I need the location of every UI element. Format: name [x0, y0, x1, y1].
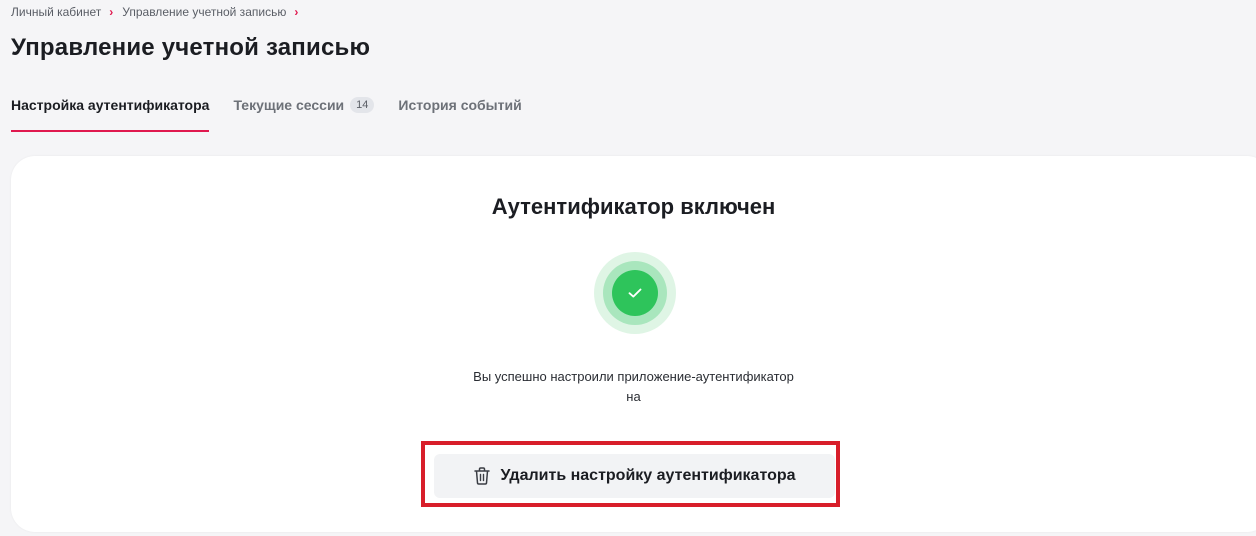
description-line: Вы успешно настроили приложение-аутентиф…	[473, 369, 794, 384]
status-icon-core	[612, 270, 658, 316]
trash-icon	[473, 466, 491, 486]
delete-authenticator-button[interactable]: Удалить настройку аутентификатора	[434, 454, 835, 498]
tab-label: Настройка аутентификатора	[11, 97, 210, 113]
status-icon-ring	[603, 261, 667, 325]
success-description: Вы успешно настроили приложение-аутентиф…	[11, 367, 1256, 407]
tab-authenticator-settings[interactable]: Настройка аутентификатора	[11, 96, 210, 132]
breadcrumb-separator-icon: ›	[294, 5, 299, 19]
delete-button-label: Удалить настройку аутентификатора	[500, 467, 796, 484]
sessions-count-badge: 14	[350, 97, 375, 113]
tab-label: Текущие сессии	[233, 97, 345, 113]
description-line: на	[626, 389, 641, 404]
breadcrumb: Личный кабинет › Управление учетной запи…	[11, 5, 307, 19]
tab-current-sessions[interactable]: Текущие сессии 14	[233, 96, 375, 132]
page-title: Управление учетной записью	[11, 34, 371, 61]
authenticator-card: Аутентификатор включен Вы успешно настро…	[11, 156, 1256, 532]
tabs: Настройка аутентификатора Текущие сессии…	[11, 96, 546, 132]
breadcrumb-separator-icon: ›	[109, 5, 114, 19]
checkmark-icon	[628, 288, 642, 298]
check-circle-icon	[594, 252, 676, 334]
tab-event-history[interactable]: История событий	[398, 96, 521, 132]
breadcrumb-item-account-management[interactable]: Управление учетной записью	[122, 5, 286, 19]
card-title: Аутентификатор включен	[491, 194, 776, 219]
breadcrumb-item-personal-account[interactable]: Личный кабинет	[11, 5, 101, 19]
tab-label: История событий	[398, 97, 522, 113]
